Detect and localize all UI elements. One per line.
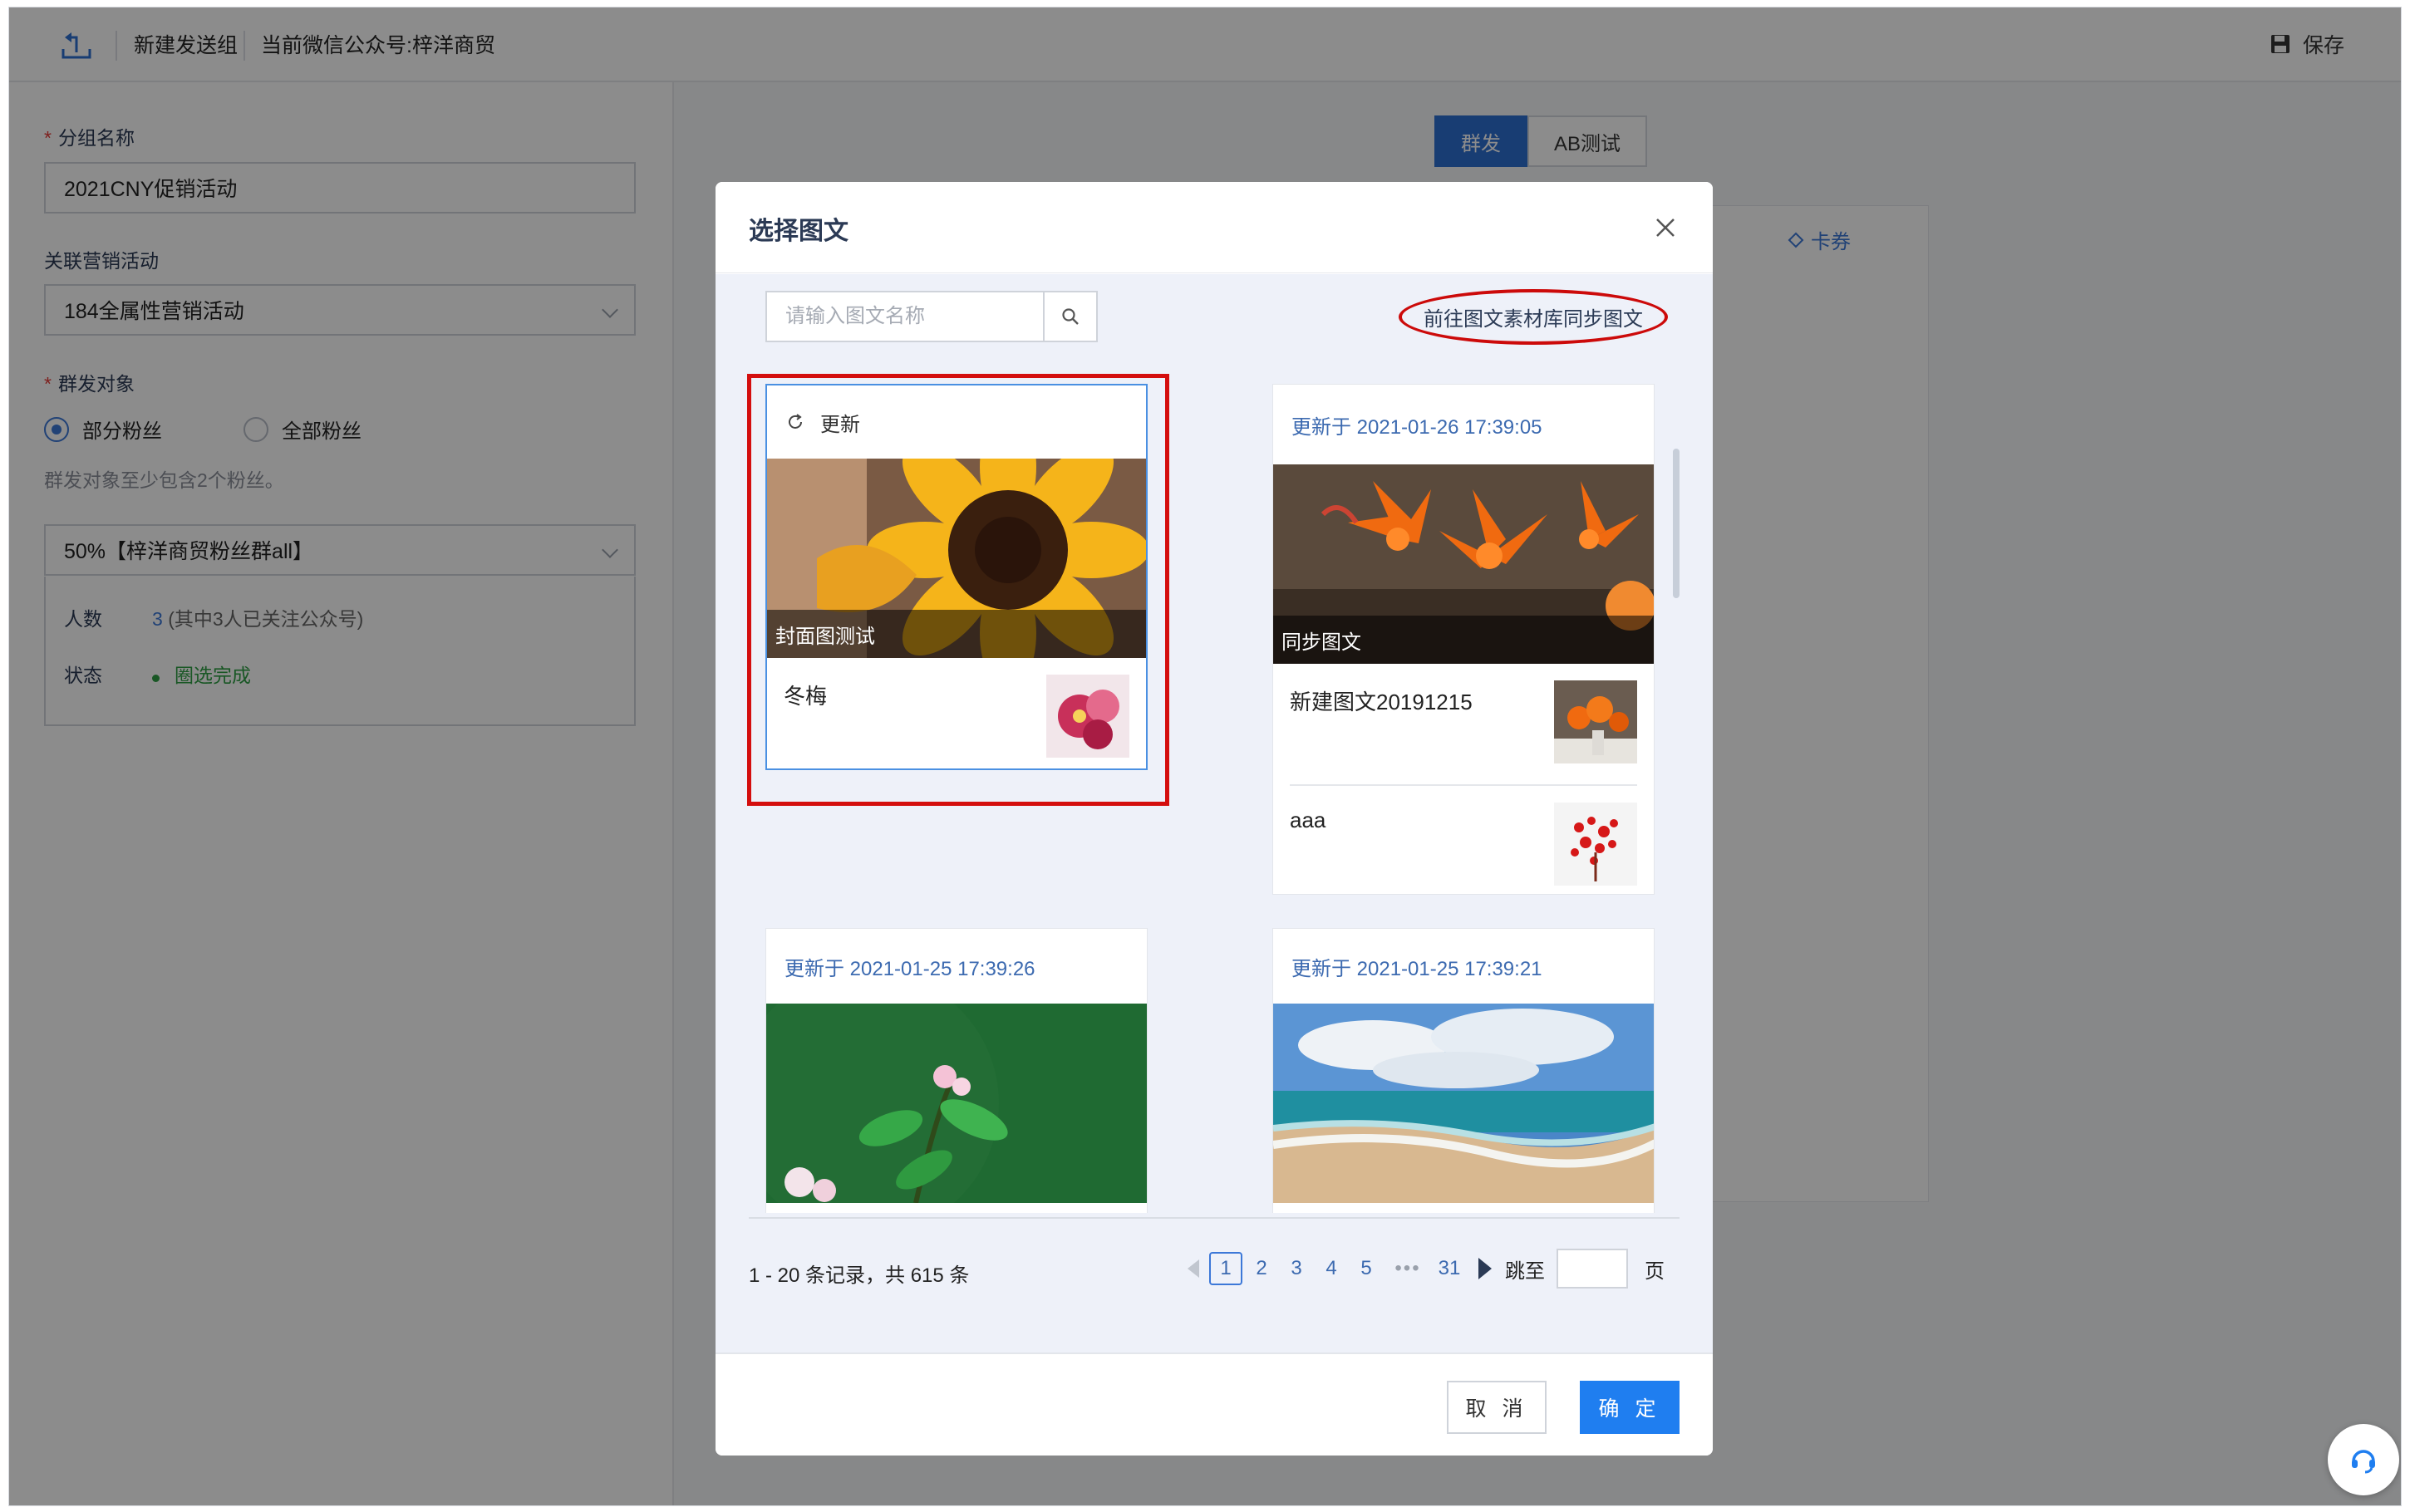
search-input[interactable] [767,292,1043,341]
article-card[interactable]: 更新于 2021-01-26 17:39:05 同步图文 新建图文2019121… [1272,384,1655,895]
cover-image [766,1004,1147,1203]
page-button[interactable]: 2 [1244,1257,1279,1280]
sub-article-thumbnail [1046,675,1129,758]
article-search [765,291,1098,342]
sub-article-thumbnail [1554,803,1637,886]
confirm-button[interactable]: 确 定 [1580,1381,1680,1434]
modal-header: 选择图文 [716,182,1713,273]
select-article-modal: 选择图文 前往图文素材库同步图文 更新 [716,182,1713,1456]
sub-article-thumbnail [1554,680,1637,763]
divider [749,1217,1680,1219]
page-button[interactable]: 1 [1209,1252,1242,1285]
page-button[interactable]: 4 [1314,1257,1349,1280]
scrollbar[interactable] [1673,449,1680,598]
article-card[interactable]: 更新于 2021-01-25 17:39:26 [765,928,1148,1213]
more-pages-ellipsis[interactable]: ••• [1384,1257,1432,1280]
close-icon[interactable] [1653,215,1678,240]
card-header: 更新于 2021-01-25 17:39:26 [784,957,1035,980]
sub-article: 新建图文20191215 [1273,664,1654,784]
cover-image [1273,1004,1654,1203]
card-header: 更新于 2021-01-26 17:39:05 [1291,415,1542,439]
jump-label: 跳至 [1505,1259,1545,1283]
modal-body: 前往图文素材库同步图文 更新 [716,274,1713,1352]
next-page-icon[interactable] [1478,1258,1492,1279]
modal-footer: 取 消 确 定 [716,1352,1713,1456]
page-unit-label: 页 [1645,1259,1665,1283]
headset-icon [2352,1450,2375,1474]
pagination: 1 2 3 4 5 ••• 31 跳至 页 [1188,1246,1665,1291]
prev-page-icon[interactable] [1188,1259,1199,1278]
customer-service-button[interactable] [2328,1424,2399,1495]
cover-image: 同步图文 [1273,464,1654,664]
sub-article: 冬梅 [767,658,1146,774]
article-card[interactable]: 更新 封面图测试 冬梅 [765,384,1148,770]
cover-image: 封面图测试 [767,459,1146,658]
modal-title: 选择图文 [749,218,848,245]
jump-page-input[interactable] [1557,1249,1628,1289]
article-grid: 更新 封面图测试 冬梅 更新于 2021-01-26 17:39:05 同步图文… [716,357,1713,1213]
search-button[interactable] [1043,292,1096,341]
article-card[interactable]: 更新于 2021-01-25 17:39:21 [1272,928,1655,1213]
cover-caption: 封面图测试 [767,610,1146,658]
page-button[interactable]: 3 [1279,1257,1314,1280]
card-header: 更新于 2021-01-25 17:39:21 [1291,957,1542,980]
cover-caption: 同步图文 [1273,616,1654,664]
app-window: 新建发送组 当前微信公众号:梓洋商贸 保存 * 分组名称 2021CNY促销活动 … [8,7,2402,1506]
refresh-icon[interactable] [785,412,805,432]
sub-article: aaa [1290,784,1637,905]
page-button[interactable]: 31 [1432,1257,1467,1280]
sync-articles-link[interactable]: 前往图文素材库同步图文 [1399,289,1668,345]
search-icon [1062,308,1079,325]
card-header: 更新 [767,385,1146,459]
page-button[interactable]: 5 [1349,1257,1384,1280]
record-count: 1 - 20 条记录，共 615 条 [749,1264,970,1287]
cancel-button[interactable]: 取 消 [1447,1381,1547,1434]
